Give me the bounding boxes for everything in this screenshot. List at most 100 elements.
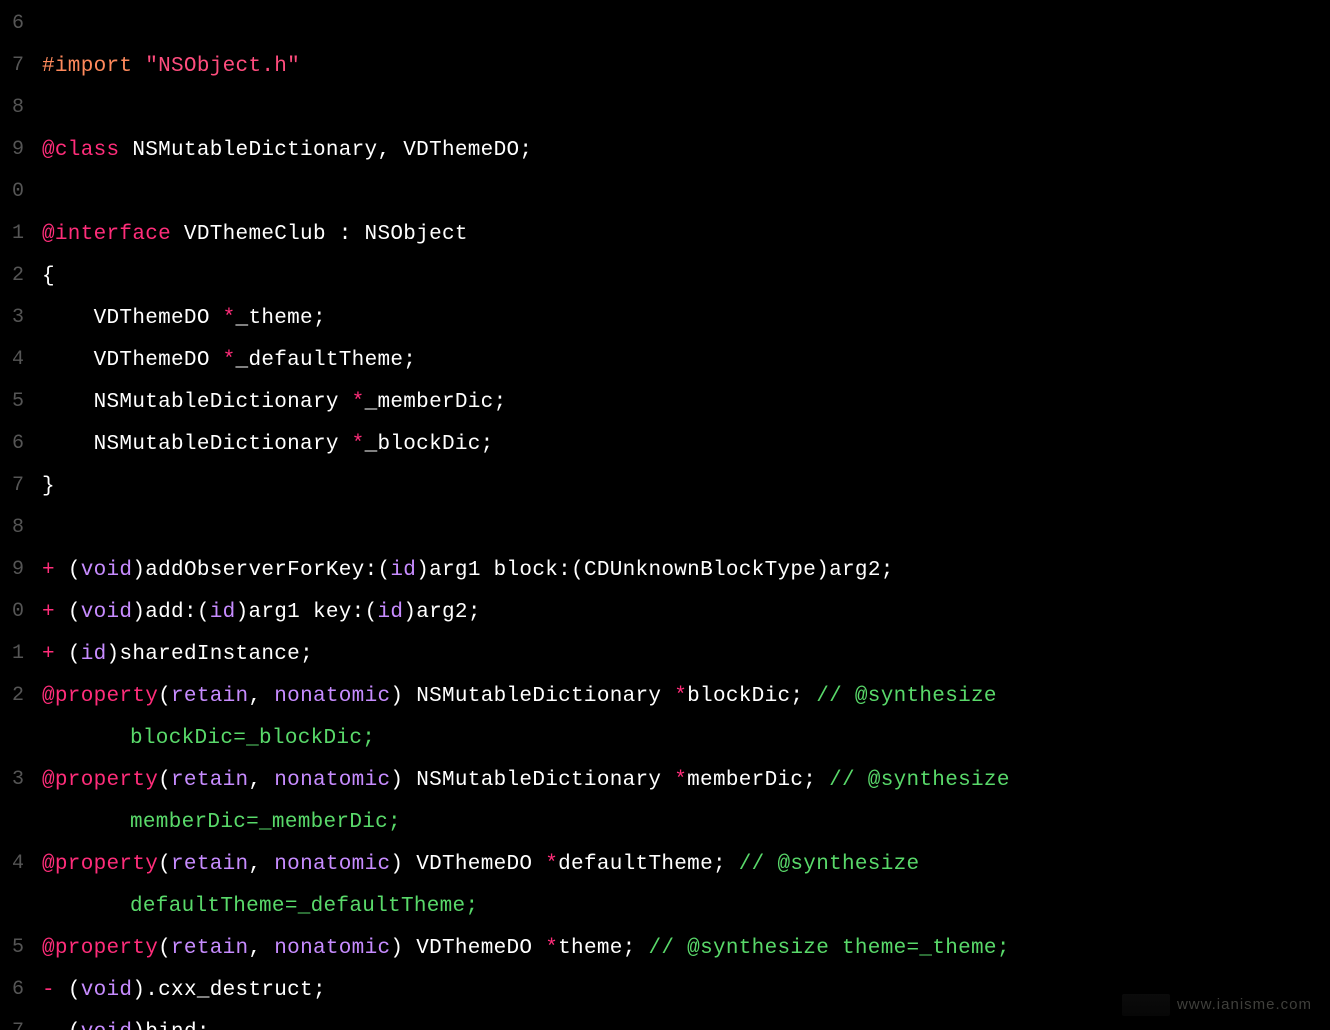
code-line-wrap[interactable]: defaultTheme=_defaultTheme;	[0, 888, 1330, 930]
code-line[interactable]: 0 + (void)add:(id)arg1 key:(id)arg2;	[0, 594, 1330, 636]
type-token: void	[81, 559, 133, 582]
type-token: NSMutableDictionary	[403, 685, 674, 708]
keyword-token: @property	[42, 853, 158, 876]
code-content[interactable]: @property(retain, nonatomic) VDThemeDO *…	[30, 930, 1010, 959]
code-line[interactable]: 7 }	[0, 468, 1330, 510]
code-line[interactable]: 2 {	[0, 258, 1330, 300]
code-content[interactable]	[30, 6, 42, 14]
paren-token: )	[403, 601, 416, 624]
attr-token: retain	[171, 769, 248, 792]
code-line[interactable]: 6 NSMutableDictionary *_blockDic;	[0, 426, 1330, 468]
operator-token: *	[674, 685, 687, 708]
code-content[interactable]: memberDic=_memberDic;	[30, 804, 401, 833]
line-number: 8	[0, 90, 30, 118]
code-line[interactable]: 0	[0, 174, 1330, 216]
code-line[interactable]: 9 + (void)addObserverForKey:(id)arg1 blo…	[0, 552, 1330, 594]
code-line[interactable]: 7 #import "NSObject.h"	[0, 48, 1330, 90]
code-content[interactable]: NSMutableDictionary *_blockDic;	[30, 426, 494, 455]
code-content[interactable]: @interface VDThemeClub : NSObject	[30, 216, 468, 245]
operator-token: +	[42, 559, 55, 582]
code-content[interactable]: - (void)bind;	[30, 1014, 210, 1030]
code-line[interactable]: 1 + (id)sharedInstance;	[0, 636, 1330, 678]
code-line[interactable]: 3 VDThemeDO *_theme;	[0, 300, 1330, 342]
code-content[interactable]: blockDic=_blockDic;	[30, 720, 375, 749]
code-line-wrap[interactable]: blockDic=_blockDic;	[0, 720, 1330, 762]
comment-token: memberDic=_memberDic;	[130, 811, 401, 834]
attr-token: nonatomic	[274, 937, 390, 960]
keyword-token: @property	[42, 937, 158, 960]
identifier-token: blockDic;	[687, 685, 816, 708]
type-token: VDThemeDO	[403, 937, 545, 960]
line-number: 6	[0, 6, 30, 34]
identifier-token: memberDic;	[687, 769, 829, 792]
code-content[interactable]: + (id)sharedInstance;	[30, 636, 313, 665]
paren-token: (	[365, 601, 378, 624]
code-content[interactable]	[30, 510, 42, 518]
code-line[interactable]: 7 - (void)bind;	[0, 1014, 1330, 1030]
keyword-token: @property	[42, 685, 158, 708]
code-line[interactable]: 2 @property(retain, nonatomic) NSMutable…	[0, 678, 1330, 720]
code-content[interactable]: @property(retain, nonatomic) NSMutableDi…	[30, 762, 1023, 791]
code-content[interactable]: + (void)addObserverForKey:(id)arg1 block…	[30, 552, 894, 581]
code-content[interactable]: {	[30, 258, 55, 287]
code-line-wrap[interactable]: memberDic=_memberDic;	[0, 804, 1330, 846]
code-content[interactable]: - (void).cxx_destruct;	[30, 972, 326, 1001]
code-content[interactable]	[30, 90, 42, 98]
code-content[interactable]: @property(retain, nonatomic) VDThemeDO *…	[30, 846, 932, 875]
operator-token: *	[223, 307, 236, 330]
comma-token: ,	[248, 685, 274, 708]
paren-token: )	[816, 559, 829, 582]
line-number: 6	[0, 426, 30, 454]
code-line[interactable]: 8	[0, 90, 1330, 132]
comment-token: // @synthesize	[739, 853, 933, 876]
comment-token: // @synthesize theme=_theme;	[648, 937, 1009, 960]
attr-token: nonatomic	[274, 853, 390, 876]
operator-token: *	[352, 433, 365, 456]
arg-token: arg2;	[416, 601, 481, 624]
attr-token: nonatomic	[274, 685, 390, 708]
brace-token: }	[42, 475, 55, 498]
code-line[interactable]: 9 @class NSMutableDictionary, VDThemeDO;	[0, 132, 1330, 174]
code-content[interactable]: defaultTheme=_defaultTheme;	[30, 888, 478, 917]
type-token: NSMutableDictionary	[42, 433, 352, 456]
code-content[interactable]: NSMutableDictionary *_memberDic;	[30, 384, 507, 413]
attr-token: retain	[171, 937, 248, 960]
code-content[interactable]: + (void)add:(id)arg1 key:(id)arg2;	[30, 594, 481, 623]
code-editor[interactable]: 6 7 #import "NSObject.h" 8 9 @class NSMu…	[0, 0, 1330, 1030]
code-line[interactable]: 5 @property(retain, nonatomic) VDThemeDO…	[0, 930, 1330, 972]
code-line[interactable]: 1 @interface VDThemeClub : NSObject	[0, 216, 1330, 258]
line-number: 5	[0, 930, 30, 958]
line-number: 3	[0, 300, 30, 328]
code-line[interactable]: 8	[0, 510, 1330, 552]
space-token	[55, 979, 68, 1002]
comment-token: // @synthesize	[829, 769, 1023, 792]
paren-token: )	[416, 559, 429, 582]
paren-token: (	[158, 769, 171, 792]
type-token: void	[81, 979, 133, 1002]
paren-token: (	[158, 937, 171, 960]
paren-token: (	[68, 643, 81, 666]
code-content[interactable]	[30, 174, 42, 182]
keyword-token: @class	[42, 139, 119, 162]
code-line[interactable]: 4 VDThemeDO *_defaultTheme;	[0, 342, 1330, 384]
line-number: 9	[0, 132, 30, 160]
code-content[interactable]: @class NSMutableDictionary, VDThemeDO;	[30, 132, 532, 161]
identifier-token: _defaultTheme;	[236, 349, 417, 372]
code-content[interactable]: VDThemeDO *_defaultTheme;	[30, 342, 416, 371]
code-line[interactable]: 3 @property(retain, nonatomic) NSMutable…	[0, 762, 1330, 804]
code-line[interactable]: 4 @property(retain, nonatomic) VDThemeDO…	[0, 846, 1330, 888]
code-content[interactable]: VDThemeDO *_theme;	[30, 300, 326, 329]
type-token: NSMutableDictionary	[42, 391, 352, 414]
code-line[interactable]: 5 NSMutableDictionary *_memberDic;	[0, 384, 1330, 426]
paren-token: )	[236, 601, 249, 624]
code-content[interactable]: @property(retain, nonatomic) NSMutableDi…	[30, 678, 1010, 707]
code-content[interactable]: #import "NSObject.h"	[30, 48, 300, 77]
code-line[interactable]: 6	[0, 6, 1330, 48]
space-token	[55, 1021, 68, 1030]
paren-token: )	[132, 559, 145, 582]
operator-token: *	[352, 391, 365, 414]
arg-token: arg1 block:	[429, 559, 571, 582]
code-content[interactable]: }	[30, 468, 55, 497]
line-number: 1	[0, 636, 30, 664]
operator-token: +	[42, 601, 55, 624]
